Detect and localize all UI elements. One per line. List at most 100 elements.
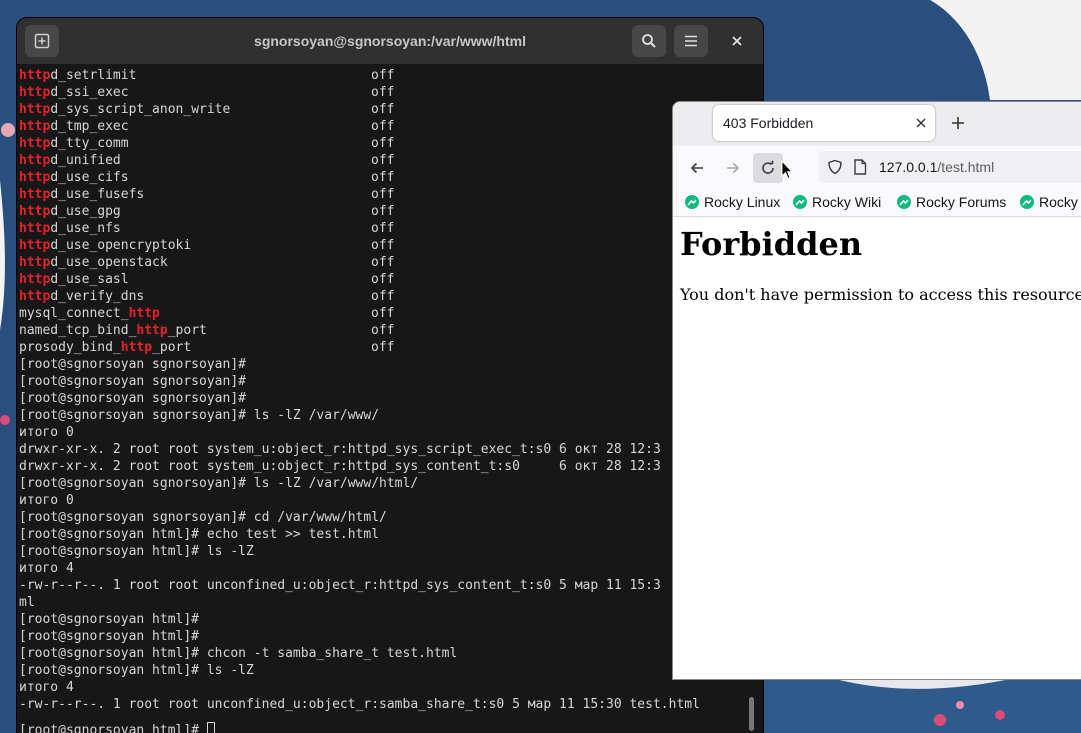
- sebool-name-suffix: d_use_nfs: [50, 221, 121, 236]
- reload-button[interactable]: [753, 153, 783, 183]
- terminal-line: [root@sgnorsoyan sgnorsoyan]# ls -lZ /va…: [19, 408, 380, 423]
- rocky-logo-icon: [1020, 195, 1034, 209]
- sebool-value: off: [371, 289, 395, 304]
- sebool-value: off: [371, 119, 395, 134]
- sebool-row: httpd_use_opencryptoki off: [19, 237, 739, 254]
- url-text[interactable]: 127.0.0.1/test.html: [879, 151, 994, 183]
- tab-bar: 403 Forbidden: [673, 102, 1081, 146]
- sebool-value: off: [371, 255, 395, 270]
- sebool-value: off: [371, 170, 395, 185]
- sebool-value: off: [371, 272, 395, 287]
- terminal-line: [root@sgnorsoyan sgnorsoyan]# ls -lZ /va…: [19, 476, 419, 491]
- terminal-line: итого 0: [19, 493, 74, 508]
- terminal-line: итого 4: [19, 561, 74, 576]
- sebool-row: httpd_use_cifs off: [19, 169, 739, 186]
- bookmarks-toolbar: Rocky Linux Rocky Wiki Rocky Forums Rock…: [673, 188, 1081, 217]
- sebool-row: prosody_bind_http_port off: [19, 339, 739, 356]
- bookmark-rocky-linux[interactable]: Rocky Linux: [685, 192, 780, 212]
- page-content: Forbidden You don't have permission to a…: [673, 217, 1081, 677]
- new-tab-button[interactable]: [25, 25, 59, 57]
- search-button[interactable]: [632, 25, 666, 57]
- search-match-highlight: http: [19, 170, 51, 185]
- sebool-name-suffix: d_sys_script_anon_write: [50, 102, 231, 117]
- sebool-row: httpd_unified off: [19, 152, 739, 169]
- sebool-name-suffix: d_tmp_exec: [50, 119, 129, 134]
- address-bar[interactable]: 127.0.0.1/test.html: [819, 151, 1081, 183]
- bookmark-rocky-forums[interactable]: Rocky Forums: [897, 192, 1006, 212]
- scrollbar-thumb[interactable]: [749, 697, 754, 731]
- arrow-left-icon: [690, 162, 703, 174]
- search-match-highlight: http: [19, 289, 51, 304]
- bookmark-label: Rocky Wiki: [812, 194, 882, 210]
- sebool-name-suffix: d_use_gpg: [50, 204, 121, 219]
- terminal-line: итого 0: [19, 425, 74, 440]
- menu-button[interactable]: [674, 25, 708, 57]
- sebool-value: off: [371, 85, 395, 100]
- search-match-highlight: http: [19, 68, 51, 83]
- terminal-line: [root@sgnorsoyan sgnorsoyan]#: [19, 374, 246, 389]
- error-message: You don't have permission to access this…: [680, 285, 1081, 304]
- sebool-value: off: [371, 340, 395, 355]
- new-tab-icon: [34, 33, 50, 49]
- forward-button[interactable]: [718, 153, 748, 183]
- sebool-name-suffix: _port: [167, 323, 207, 338]
- sebool-row: httpd_use_gpg off: [19, 203, 739, 220]
- terminal-line: ml: [19, 595, 35, 610]
- sebool-row: httpd_tmp_exec off: [19, 118, 739, 135]
- terminal-window[interactable]: sgnorsoyan@sgnorsoyan:/var/www/html http…: [17, 18, 763, 733]
- terminal-line: -rw-r--r--. 1 root root unconfined_u:obj…: [19, 578, 661, 593]
- search-match-highlight: http: [120, 340, 153, 355]
- sebool-name-suffix: d_ssi_exec: [50, 85, 129, 100]
- sebool-name-suffix: d_use_cifs: [50, 170, 129, 185]
- sebool-row: httpd_use_fusefs off: [19, 186, 739, 203]
- bookmark-rocky-wiki[interactable]: Rocky Wiki: [793, 192, 881, 212]
- terminal-line: [root@sgnorsoyan sgnorsoyan]#: [19, 357, 246, 372]
- page-icon[interactable]: [853, 159, 867, 175]
- search-match-highlight: http: [19, 119, 51, 134]
- sebool-value: off: [371, 68, 395, 83]
- sebool-value: off: [371, 306, 395, 321]
- search-icon: [642, 34, 656, 48]
- search-match-highlight: http: [19, 238, 51, 253]
- terminal-output[interactable]: httpd_setrlimit off httpd_ssi_exec off httpd…: [19, 67, 747, 733]
- desktop: sgnorsoyan@sgnorsoyan:/var/www/html http…: [0, 0, 1081, 733]
- terminal-line: [root@sgnorsoyan html]#: [19, 629, 200, 644]
- back-button[interactable]: [682, 153, 712, 183]
- sebool-name-suffix: d_use_fusefs: [50, 187, 145, 202]
- bookmark-rocky[interactable]: Rocky: [1020, 192, 1078, 212]
- rocky-logo-icon: [793, 195, 807, 209]
- sebool-name-suffix: d_setrlimit: [50, 68, 137, 83]
- terminal-line: [root@sgnorsoyan html]# chcon -t samba_s…: [19, 646, 458, 661]
- sebool-name-suffix: d_tty_comm: [50, 136, 129, 151]
- sebool-row: httpd_setrlimit off: [19, 67, 739, 84]
- new-tab-plus-icon[interactable]: [949, 114, 967, 132]
- terminal-line: drwxr-xr-x. 2 root root system_u:object_…: [19, 459, 661, 474]
- prompt-line[interactable]: [root@sgnorsoyan html]#: [19, 722, 215, 733]
- tab-title: 403 Forbidden: [723, 115, 814, 131]
- sebool-value: off: [371, 153, 395, 168]
- terminal-line: [root@sgnorsoyan html]# ls -lZ: [19, 544, 254, 559]
- hamburger-menu-icon: [685, 35, 697, 47]
- shield-icon[interactable]: [827, 159, 843, 175]
- url-host: 127.0.0.1: [879, 159, 938, 175]
- browser-window[interactable]: 403 Forbidden 127.0.0.1/test.html Rocky …: [672, 101, 1081, 680]
- terminal-line: -rw-r--r--. 1 root root unconfined_u:obj…: [19, 697, 700, 712]
- search-match-highlight: http: [19, 272, 51, 287]
- sebool-name-suffix: d_use_opencryptoki: [50, 238, 192, 253]
- url-path: /test.html: [937, 159, 995, 175]
- bookmark-label: Rocky Linux: [704, 194, 781, 210]
- sebool-row: httpd_verify_dns off: [19, 288, 739, 305]
- text-cursor: [206, 722, 215, 733]
- tab-active[interactable]: 403 Forbidden: [713, 105, 935, 141]
- sebool-row: mysql_connect_http off: [19, 305, 739, 322]
- terminal-line: итого 4: [19, 680, 74, 695]
- bookmark-label: Rocky Forums: [916, 194, 1007, 210]
- tab-close-icon[interactable]: [913, 115, 929, 131]
- close-button[interactable]: [725, 29, 749, 53]
- sebool-name-suffix: d_use_openstack: [50, 255, 168, 270]
- terminal-header-bar[interactable]: sgnorsoyan@sgnorsoyan:/var/www/html: [17, 18, 763, 64]
- error-heading: Forbidden: [680, 225, 863, 263]
- arrow-right-icon: [727, 162, 740, 174]
- sebool-row: httpd_sys_script_anon_write off: [19, 101, 739, 118]
- terminal-line: [root@sgnorsoyan html]# ls -lZ: [19, 663, 254, 678]
